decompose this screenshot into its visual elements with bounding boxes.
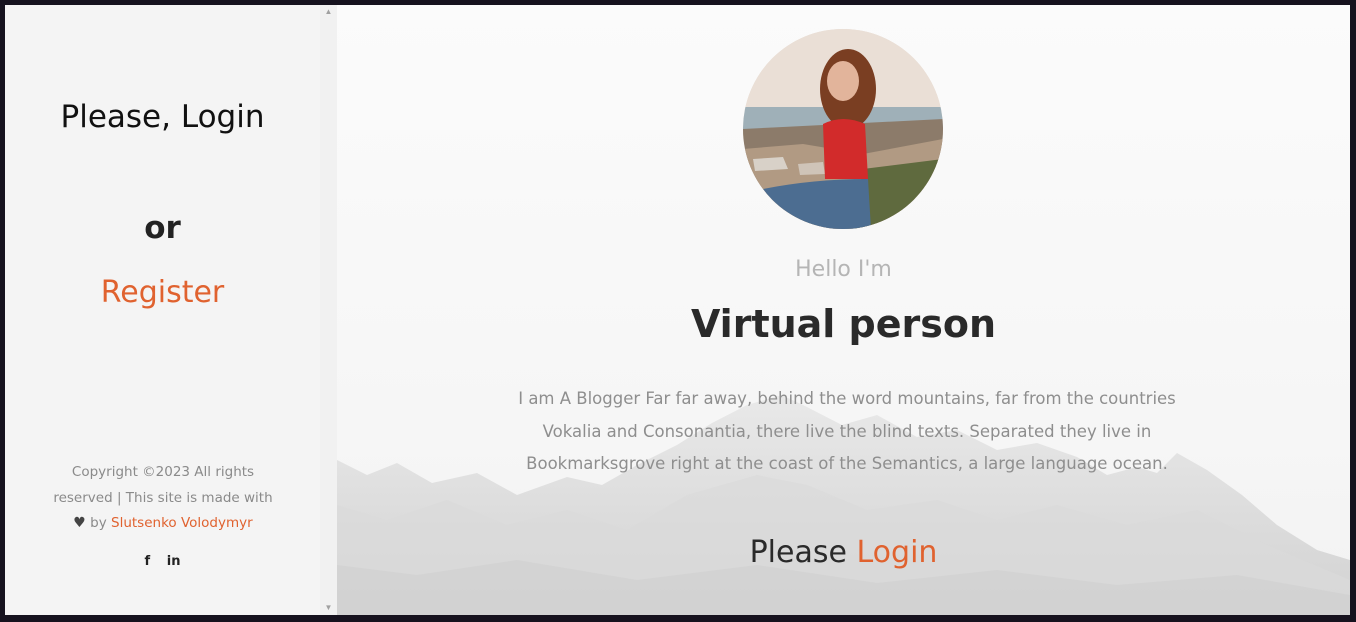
hero-section: Hello I'm Virtual person I am A Blogger …: [337, 5, 1350, 615]
login-prompt-prefix: Please: [749, 535, 847, 570]
or-separator: or: [144, 210, 181, 246]
copyright-text: Copyright ©2023 All rights reserved | Th…: [53, 464, 273, 506]
profile-photo: [743, 29, 943, 229]
browser-viewport: Please, Login or Register Copyright ©202…: [5, 5, 1350, 615]
facebook-icon[interactable]: f: [145, 554, 151, 569]
heart-icon: ♥: [73, 515, 86, 531]
sidebar-scrollbar[interactable]: ▲ ▼: [320, 5, 337, 615]
person-name: Virtual person: [690, 302, 997, 346]
login-heading: Please, Login: [60, 99, 265, 135]
greeting-text: Hello I'm: [795, 257, 892, 282]
sidebar: Please, Login or Register Copyright ©202…: [5, 5, 320, 615]
register-link[interactable]: Register: [5, 275, 320, 310]
by-text: by: [90, 515, 107, 531]
bio-paragraph: I am A Blogger Far far away, behind the …: [518, 389, 1176, 473]
social-links: f in: [5, 554, 320, 569]
login-link[interactable]: Login: [856, 535, 937, 570]
author-link[interactable]: Slutsenko Volodymyr: [111, 515, 253, 531]
copyright-footer: Copyright ©2023 All rights reserved | Th…: [43, 460, 283, 537]
scroll-up-icon[interactable]: ▲: [320, 5, 337, 19]
login-prompt: Please Login: [337, 535, 1350, 570]
scroll-down-icon[interactable]: ▼: [320, 601, 337, 615]
linkedin-icon[interactable]: in: [167, 554, 181, 569]
